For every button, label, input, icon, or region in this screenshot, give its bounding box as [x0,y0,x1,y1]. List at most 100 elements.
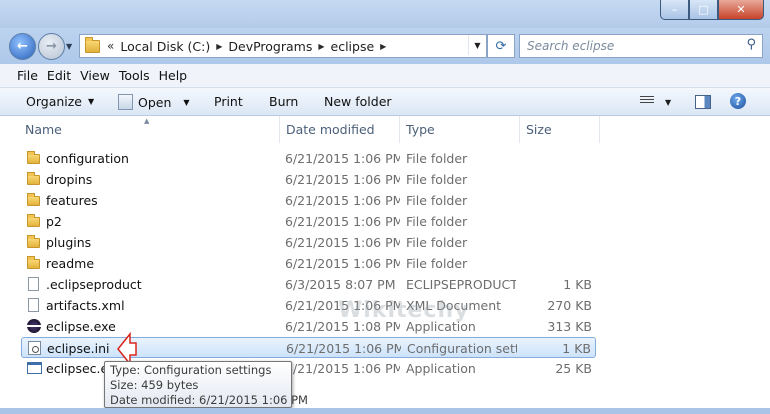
print-button[interactable]: Print [214,94,243,109]
column-divider[interactable] [279,116,280,143]
file-row-artifacts-xml[interactable]: artifacts.xml 6/21/2015 1:06 PM XML Docu… [21,295,596,316]
tooltip-date: Date modified: 6/21/2015 1:06 PM [110,393,308,407]
forward-button[interactable]: → [38,33,65,60]
breadcrumb-local-disk[interactable]: Local Disk (C:) [120,39,210,54]
chevron-right-icon[interactable]: ▶ [380,42,386,51]
menu-edit[interactable]: Edit [47,68,71,83]
file-type: File folder [406,193,468,208]
file-row-configuration[interactable]: configuration 6/21/2015 1:06 PM File fol… [21,148,596,169]
file-row-dropins[interactable]: dropins 6/21/2015 1:06 PM File folder [21,169,596,190]
file-date: 6/21/2015 1:06 PM [285,151,400,166]
file-size: 25 KB [555,361,592,376]
back-button[interactable]: ← [9,33,36,60]
file-date: 6/21/2015 1:06 PM [286,341,401,356]
watermark: Wikitechy [338,298,470,323]
file-row-p2[interactable]: p2 6/21/2015 1:06 PM File folder [21,211,596,232]
column-header-type[interactable]: Type [406,116,435,143]
file-row-plugins[interactable]: plugins 6/21/2015 1:06 PM File folder [21,232,596,253]
file-name: configuration [46,151,129,166]
close-button[interactable]: ✕ [718,0,764,20]
file-row-eclipse-ini[interactable]: eclipse.ini 6/21/2015 1:06 PM Configurat… [21,337,596,358]
column-header-name[interactable]: Name [25,116,62,143]
search-input[interactable]: Search eclipse ⚲ [519,34,763,58]
chevron-right-icon[interactable]: ▶ [318,42,324,51]
file-row-readme[interactable]: readme 6/21/2015 1:06 PM File folder [21,253,596,274]
address-dropdown[interactable]: ▼ [468,35,486,55]
menu-file[interactable]: File [17,68,38,83]
menu-view[interactable]: View [80,68,110,83]
file-date: 6/21/2015 1:06 PM [285,256,400,271]
chevron-right-icon[interactable]: ▶ [216,42,222,51]
file-name: artifacts.xml [46,298,125,313]
sort-ascending-icon: ▲ [144,117,150,125]
file-name: eclipse.exe [46,319,116,334]
file-size: 270 KB [547,298,592,313]
file-date: 6/21/2015 1:06 PM [285,214,400,229]
file-type: Configuration sett... [407,341,517,356]
window-frame [0,408,770,414]
column-divider[interactable] [399,116,400,143]
breadcrumb-eclipse[interactable]: eclipse [331,39,375,54]
menu-bar: File Edit View Tools Help [0,64,770,88]
file-name: p2 [46,214,62,229]
help-icon[interactable]: ? [730,93,746,109]
address-bar[interactable]: « Local Disk (C:) ▶ DevPrograms ▶ eclips… [79,34,487,58]
arrow-left-icon: ← [17,39,28,54]
settings-file-icon [28,341,41,355]
file-row-eclipse-exe[interactable]: eclipse.exe 6/21/2015 1:08 PM Applicatio… [21,316,596,337]
folder-icon [27,151,40,164]
search-icon[interactable]: ⚲ [746,37,756,52]
chevron-down-icon: ▼ [88,97,95,106]
open-button[interactable]: Open ▼ [118,94,190,110]
column-divider[interactable] [519,116,520,143]
file-date: 6/21/2015 1:06 PM [285,361,400,376]
file-date: 6/21/2015 1:06 PM [285,172,400,187]
organize-button[interactable]: Organize ▼ [26,94,94,109]
command-bar: Organize ▼ Open ▼ Print Burn New folder ▼ … [0,88,770,116]
file-tooltip: Type: Configuration settings Size: 459 b… [104,361,308,408]
column-header-date[interactable]: Date modified [286,116,375,143]
burn-button[interactable]: Burn [269,94,298,109]
tooltip-size: Size: 459 bytes [110,378,199,392]
open-icon [118,94,133,110]
file-size: 313 KB [547,319,592,334]
view-options-icon[interactable] [640,96,654,107]
recent-pages-dropdown[interactable]: ▼ [66,42,72,51]
eclipse-icon [27,319,41,333]
arrow-right-icon: → [46,39,57,54]
breadcrumb-devprograms[interactable]: DevPrograms [228,39,312,54]
tooltip-type: Type: Configuration settings [110,363,272,377]
explorer-window: – □ ✕ ← → ▼ « Local Disk (C:) ▶ DevProgr… [0,0,770,414]
breadcrumb-overflow[interactable]: « [107,39,114,53]
folder-icon [27,214,40,227]
file-type: File folder [406,151,468,166]
file-row-eclipseproduct[interactable]: .eclipseproduct 6/3/2015 8:07 PM ECLIPSE… [21,274,596,295]
search-placeholder: Search eclipse [527,39,615,53]
file-name: features [46,193,98,208]
column-divider[interactable] [599,116,600,143]
maximize-button[interactable]: □ [689,0,718,20]
column-header-size[interactable]: Size [526,116,552,143]
preview-pane-icon[interactable] [695,95,711,109]
navigation-bar: ← → ▼ « Local Disk (C:) ▶ DevPrograms ▶ … [0,28,770,64]
file-row-features[interactable]: features 6/21/2015 1:06 PM File folder [21,190,596,211]
refresh-button[interactable]: ⟳ [487,34,515,58]
file-size: 1 KB [563,277,592,292]
menu-help[interactable]: Help [159,68,188,83]
application-icon [27,362,42,374]
file-type: ECLIPSEPRODUCT... [406,277,516,292]
chevron-down-icon[interactable]: ▼ [665,98,671,107]
minimize-button[interactable]: – [660,0,689,20]
file-name: plugins [46,235,92,250]
file-name: eclipse.ini [47,341,110,356]
window-controls: – □ ✕ [660,0,764,20]
menu-tools[interactable]: Tools [119,68,150,83]
new-folder-button[interactable]: New folder [324,94,392,109]
document-icon [28,277,39,291]
file-date: 6/21/2015 1:06 PM [285,193,400,208]
file-type: File folder [406,256,468,271]
folder-icon [27,193,40,206]
file-type: Application [406,361,476,376]
file-name: readme [46,256,95,271]
file-type: File folder [406,214,468,229]
